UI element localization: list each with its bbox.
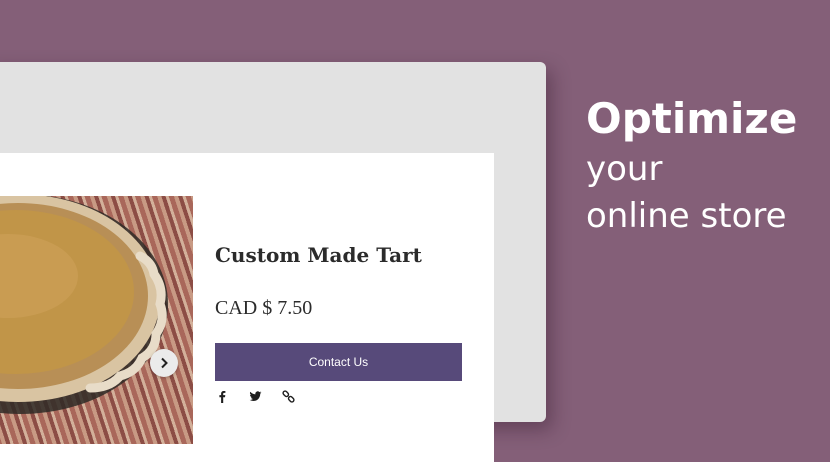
share-icons (216, 390, 295, 403)
tagline-line-3: online store (586, 196, 787, 236)
tagline-heading: Optimize (586, 94, 798, 143)
next-image-button[interactable] (150, 349, 178, 377)
product-image (0, 196, 193, 444)
twitter-icon[interactable] (249, 390, 262, 403)
product-title: Custom Made Tart (215, 243, 422, 267)
link-icon[interactable] (282, 390, 295, 403)
chevron-right-icon (161, 357, 168, 369)
pumpkin-pie-photo (0, 196, 168, 414)
facebook-icon[interactable] (216, 390, 229, 403)
product-price: CAD $ 7.50 (215, 297, 313, 319)
tagline-line-2: your (586, 149, 663, 189)
contact-us-button[interactable]: Contact Us (215, 343, 462, 381)
tagline: Optimize your online store (586, 92, 797, 240)
device-screen: Custom Made Tart CAD $ 7.50 Contact Us (0, 153, 494, 462)
device-frame: Custom Made Tart CAD $ 7.50 Contact Us (0, 62, 546, 462)
promo-banner: { "colors": { "background": "#845f78", "… (0, 0, 830, 462)
